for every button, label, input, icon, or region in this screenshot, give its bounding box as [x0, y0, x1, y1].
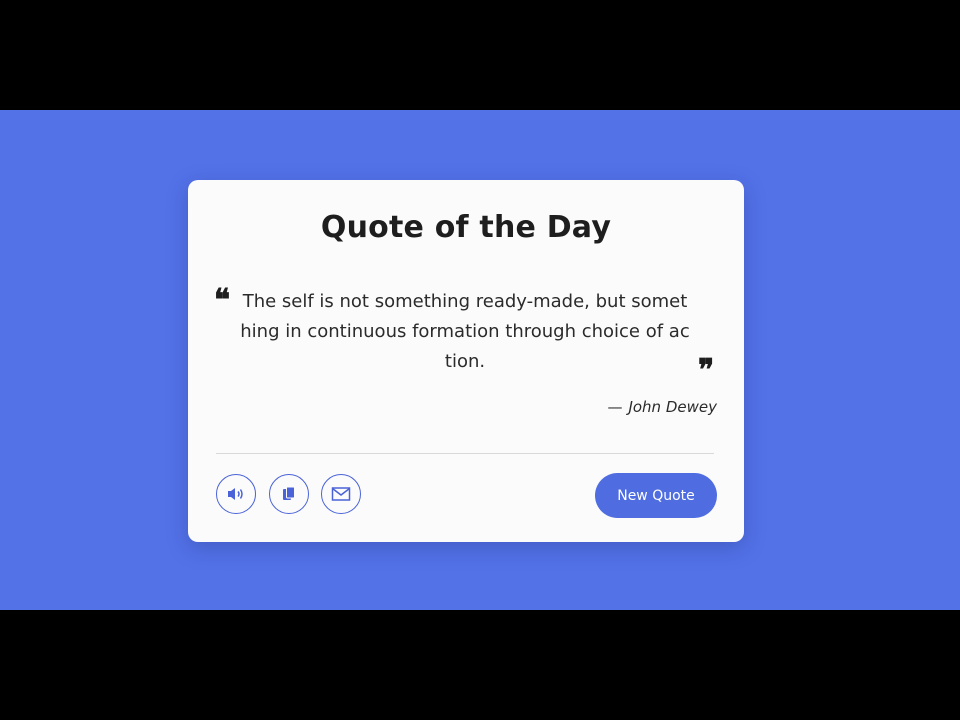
- quote-card: Quote of the Day ❝ The self is not somet…: [188, 180, 744, 542]
- author-dash: —: [607, 398, 623, 416]
- letterbox-bottom: [0, 610, 960, 720]
- quote-text: The self is not something ready-made, bu…: [240, 291, 690, 372]
- new-quote-button[interactable]: New Quote: [595, 473, 717, 518]
- card-title: Quote of the Day: [320, 210, 612, 245]
- author-name: John Dewey: [628, 398, 717, 416]
- page-background: Quote of the Day ❝ The self is not somet…: [0, 110, 960, 610]
- close-quote-icon: ❞: [698, 353, 715, 388]
- open-quote-icon: ❝: [214, 283, 231, 318]
- share-button[interactable]: [321, 474, 361, 514]
- copy-icon: [283, 486, 295, 500]
- mail-icon: [331, 487, 351, 501]
- copy-button[interactable]: [269, 474, 309, 514]
- speech-button[interactable]: [216, 474, 256, 514]
- quote-author: — John Dewey: [607, 398, 717, 416]
- speaker-icon: [228, 488, 243, 500]
- letterbox-top: [0, 0, 960, 110]
- divider: [216, 453, 714, 454]
